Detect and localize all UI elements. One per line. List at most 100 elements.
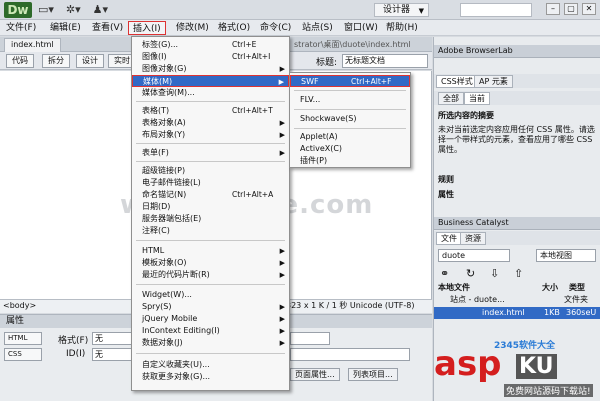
tab-files[interactable]: 文件 bbox=[436, 232, 462, 245]
menu-format[interactable]: 格式(O) bbox=[214, 21, 254, 35]
menu-view[interactable]: 查看(V) bbox=[88, 21, 127, 35]
file-name: index.html bbox=[482, 308, 525, 317]
title-label: 标题: bbox=[316, 58, 338, 68]
restore-icon[interactable]: ▢ bbox=[564, 3, 578, 15]
watermark-small: 免费网站源码下载站! bbox=[504, 384, 593, 397]
bold-italic-group[interactable] bbox=[290, 332, 330, 345]
business-catalyst-header[interactable]: Business Catalyst bbox=[434, 217, 600, 230]
page-properties-button[interactable]: 页面属性... bbox=[290, 368, 340, 381]
menu-item-hyperlink[interactable]: 超级链接(P) bbox=[132, 165, 289, 177]
menu-item-widget[interactable]: Widget(W)... bbox=[132, 289, 289, 301]
col-size[interactable]: 大小 bbox=[542, 282, 558, 293]
format-label: 格式(F) bbox=[58, 336, 89, 346]
view-select[interactable]: 本地视图 bbox=[536, 249, 596, 262]
file-path: strator\桌面\duote\index.html bbox=[294, 40, 411, 49]
menu-item-customize-favorites[interactable]: 自定义收藏夹(U)... bbox=[132, 359, 289, 371]
menu-window[interactable]: 窗口(W) bbox=[340, 21, 382, 35]
minimize-icon[interactable]: – bbox=[546, 3, 560, 15]
design-view-button[interactable]: 设计 bbox=[76, 54, 104, 68]
summary-title: 所选内容的摘要 bbox=[438, 111, 494, 120]
attributes-header[interactable]: 属性 bbox=[438, 190, 598, 200]
file-type: 360seU bbox=[566, 308, 597, 317]
file-name: 站点 - duote... bbox=[450, 295, 505, 304]
menu-item-image[interactable]: 图像(I) Ctrl+Alt+I bbox=[132, 51, 289, 63]
col-local-files[interactable]: 本地文件 bbox=[438, 282, 470, 293]
format-select[interactable]: 无 bbox=[92, 332, 132, 345]
menu-help[interactable]: 帮助(H) bbox=[382, 21, 422, 35]
menu-item-applet[interactable]: Applet(A) bbox=[290, 131, 410, 143]
menu-item-recent-snippets[interactable]: 最近的代码片断(R) ▶ bbox=[132, 269, 289, 281]
menu-item-tag[interactable]: 标签(G)... Ctrl+E bbox=[132, 39, 289, 51]
layout-icon[interactable]: ▭▾ bbox=[38, 3, 54, 16]
user-icon[interactable]: ♟▾ bbox=[93, 3, 108, 16]
close-icon[interactable]: ✕ bbox=[582, 3, 596, 15]
refresh-icon[interactable]: ↻ bbox=[466, 267, 475, 280]
menu-file[interactable]: 文件(F) bbox=[2, 21, 40, 35]
rules-header[interactable]: 规则 bbox=[438, 175, 598, 185]
menu-site[interactable]: 站点(S) bbox=[298, 21, 337, 35]
col-type[interactable]: 类型 bbox=[569, 282, 585, 293]
menu-item-flv[interactable]: FLV... bbox=[290, 94, 410, 106]
menu-item-data-objects[interactable]: 数据对象(J) ▶ bbox=[132, 337, 289, 349]
menu-item-form[interactable]: 表单(F) ▶ bbox=[132, 147, 289, 159]
menu-bar: 文件(F) 编辑(E) 查看(V) 插入(I) 修改(M) 格式(O) 命令(C… bbox=[0, 20, 600, 36]
browserlab-header[interactable]: Adobe BrowserLab bbox=[434, 45, 600, 58]
tab-all[interactable]: 全部 bbox=[438, 92, 464, 105]
target-input[interactable] bbox=[290, 348, 410, 361]
connect-icon[interactable]: ⚭ bbox=[440, 267, 449, 280]
menu-edit[interactable]: 编辑(E) bbox=[46, 21, 85, 35]
file-row-index[interactable]: index.html 1KB 360seU bbox=[434, 307, 600, 319]
list-item-button[interactable]: 列表项目... bbox=[348, 368, 398, 381]
files-toolbar: ⚭ ↻ ⇩ ⇧ bbox=[434, 267, 600, 281]
menu-item-media-queries[interactable]: 媒体查询(M)... bbox=[132, 87, 289, 99]
menu-commands[interactable]: 命令(C) bbox=[256, 21, 295, 35]
menu-item-layout-objects[interactable]: 布局对象(Y) ▶ bbox=[132, 129, 289, 141]
asp-watermark: 2345软件大全 asp KU 免费网站源码下载站! bbox=[432, 341, 600, 401]
split-view-button[interactable]: 拆分 bbox=[42, 54, 70, 68]
get-files-icon[interactable]: ⇩ bbox=[490, 267, 499, 280]
menu-item-get-more-objects[interactable]: 获取更多对象(G)... bbox=[132, 371, 289, 383]
code-view-button[interactable]: 代码 bbox=[6, 54, 34, 68]
file-row-site[interactable]: 站点 - duote... 文件夹 bbox=[434, 294, 600, 306]
menu-insert[interactable]: 插入(I) bbox=[128, 21, 166, 35]
menu-item-template-objects[interactable]: 模板对象(O) ▶ bbox=[132, 257, 289, 269]
menu-item-spry[interactable]: Spry(S) ▶ bbox=[132, 301, 289, 313]
html-mode-button[interactable]: HTML bbox=[4, 332, 42, 345]
file-size: 1KB bbox=[544, 308, 560, 317]
css-mode-button[interactable]: CSS bbox=[4, 348, 42, 361]
id-select[interactable]: 无 bbox=[92, 348, 132, 361]
tab-assets[interactable]: 资源 bbox=[460, 232, 486, 245]
menu-item-server-side-include[interactable]: 服务器端包括(E) bbox=[132, 213, 289, 225]
media-submenu: SWF Ctrl+Alt+F FLV... Shockwave(S) Applet… bbox=[289, 72, 411, 168]
menu-item-plugin[interactable]: 插件(P) bbox=[290, 155, 410, 167]
tag-selector[interactable]: <body> bbox=[3, 300, 36, 312]
workspace-switcher[interactable]: 设计器 bbox=[374, 3, 430, 17]
title-bar: Dw ▭▾ ✲▾ ♟▾ 设计器 – ▢ ✕ bbox=[0, 0, 600, 20]
menu-modify[interactable]: 修改(M) bbox=[172, 21, 213, 35]
menu-item-date[interactable]: 日期(D) bbox=[132, 201, 289, 213]
menu-item-email-link[interactable]: 电子邮件链接(L) bbox=[132, 177, 289, 189]
menu-item-swf[interactable]: SWF Ctrl+Alt+F bbox=[290, 75, 410, 87]
put-files-icon[interactable]: ⇧ bbox=[514, 267, 523, 280]
menu-item-image-objects[interactable]: 图像对象(G) ▶ bbox=[132, 63, 289, 75]
menu-item-table-objects[interactable]: 表格对象(A) ▶ bbox=[132, 117, 289, 129]
gear-icon[interactable]: ✲▾ bbox=[66, 3, 81, 16]
tab-current[interactable]: 当前 bbox=[464, 92, 490, 105]
search-input[interactable] bbox=[460, 3, 532, 17]
menu-item-activex[interactable]: ActiveX(C) bbox=[290, 143, 410, 155]
menu-item-comment[interactable]: 注释(C) bbox=[132, 225, 289, 237]
site-select[interactable]: duote bbox=[438, 249, 510, 262]
menu-item-media[interactable]: 媒体(M) ▶ bbox=[132, 75, 289, 87]
app-logo: Dw bbox=[4, 2, 32, 18]
menu-item-jquery-mobile[interactable]: jQuery Mobile ▶ bbox=[132, 313, 289, 325]
menu-item-shockwave[interactable]: Shockwave(S) bbox=[290, 113, 410, 125]
tab-ap-elements[interactable]: AP 元素 bbox=[474, 75, 513, 88]
tab-css-styles[interactable]: CSS样式 bbox=[436, 75, 478, 88]
menu-item-incontext-editing[interactable]: InContext Editing(I) ▶ bbox=[132, 325, 289, 337]
tab-index-html[interactable]: index.html bbox=[4, 38, 61, 52]
title-input[interactable]: 无标题文档 bbox=[342, 54, 428, 68]
menu-item-named-anchor[interactable]: 命名锚记(N) Ctrl+Alt+A bbox=[132, 189, 289, 201]
menu-item-table[interactable]: 表格(T) Ctrl+Alt+T bbox=[132, 105, 289, 117]
menu-item-html[interactable]: HTML ▶ bbox=[132, 245, 289, 257]
id-label: ID(I) bbox=[66, 349, 86, 359]
